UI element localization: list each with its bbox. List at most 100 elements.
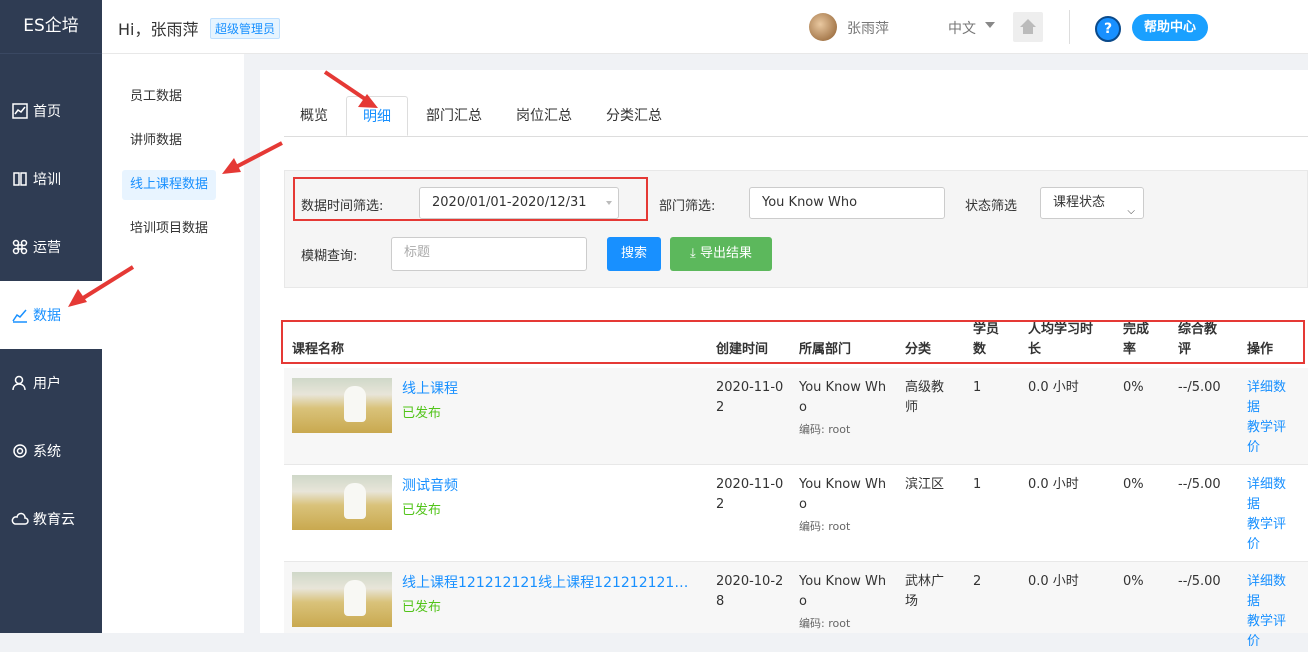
created-time: 2020-11-02 — [716, 477, 784, 512]
department-cell: You Know Who 编码: root — [799, 378, 891, 440]
nav-label: 培训 — [33, 172, 61, 188]
avatar[interactable] — [809, 13, 837, 41]
course-status: 已发布 — [402, 406, 442, 421]
status-select[interactable]: 课程状态 ⌵ — [1040, 187, 1144, 219]
bar-chart-icon — [12, 309, 27, 323]
course-status: 已发布 — [402, 503, 442, 518]
username[interactable]: 张雨萍 — [847, 18, 889, 38]
nav-item-home[interactable]: 首页 — [0, 77, 102, 145]
tab-position-summary[interactable]: 岗位汇总 — [500, 96, 588, 136]
top-bar: Hi，张雨萍 超级管理员 张雨萍 中文 ? 帮助中心 — [102, 0, 1308, 54]
course-thumbnail[interactable] — [292, 572, 392, 627]
actions-cell: 详细数据 教学评价 — [1247, 475, 1295, 555]
status-select-value: 课程状态 — [1053, 195, 1106, 210]
teaching-eval-link[interactable]: 教学评价 — [1247, 515, 1295, 555]
subnav-online-course-data[interactable]: 线上课程数据 — [122, 170, 217, 200]
greeting: Hi，张雨萍 — [118, 20, 199, 39]
students-cell: 1 — [973, 477, 982, 492]
date-filter-highlight — [293, 177, 648, 221]
department-name: You Know Who — [799, 477, 887, 512]
nav-label: 用户 — [33, 376, 61, 392]
search-button[interactable]: 搜索 — [607, 237, 661, 271]
avg-time-cell: 0.0 小时 — [1028, 574, 1079, 589]
rating-cell: --/5.00 — [1178, 574, 1221, 589]
avg-time-cell: 0.0 小时 — [1028, 380, 1079, 395]
download-icon: ⤓ — [690, 246, 700, 261]
created-time: 2020-11-02 — [716, 380, 784, 415]
chevron-down-icon: ⌵ — [1127, 206, 1135, 217]
nav-item-training[interactable]: 培训 — [0, 145, 102, 213]
nav-item-edu-cloud[interactable]: 教育云 — [0, 485, 102, 553]
department-name: You Know Who — [799, 380, 887, 415]
nav-item-users[interactable]: 用户 — [0, 349, 102, 417]
help-center-button[interactable]: 帮助中心 — [1132, 14, 1209, 41]
detail-data-link[interactable]: 详细数据 — [1247, 475, 1295, 515]
main-sidebar: ES企培 首页 培训 运营 数据 用户 系统 教育云 — [0, 0, 102, 633]
help-icon[interactable]: ? — [1095, 16, 1121, 42]
home-button[interactable] — [1013, 12, 1043, 42]
chevron-down-icon — [985, 22, 995, 28]
status-filter-label: 状态筛选 — [965, 199, 1018, 214]
table-row: 线上课程121212121线上课程121212121线上课程 已发布 2020-… — [284, 562, 1308, 649]
export-label: 导出结果 — [699, 246, 752, 261]
tab-department-summary[interactable]: 部门汇总 — [410, 96, 498, 136]
department-filter-input[interactable]: You Know Who — [749, 187, 945, 219]
actions-cell: 详细数据 教学评价 — [1247, 572, 1295, 652]
table-header-highlight — [281, 320, 1305, 364]
tab-bar: 概览 明细 部门汇总 岗位汇总 分类汇总 — [284, 96, 680, 136]
chart-icon — [12, 103, 28, 119]
course-name-link[interactable]: 线上课程121212121线上课程121212121线上课程 — [402, 572, 700, 592]
department-code: 编码: root — [799, 617, 851, 630]
nav-label: 运营 — [33, 240, 61, 256]
students-cell: 2 — [973, 574, 982, 589]
nav-item-system[interactable]: 系统 — [0, 417, 102, 485]
detail-data-link[interactable]: 详细数据 — [1247, 572, 1295, 612]
completion-cell: 0% — [1123, 380, 1144, 395]
tab-divider — [284, 136, 1308, 137]
course-thumbnail[interactable] — [292, 475, 392, 530]
actions-cell: 详细数据 教学评价 — [1247, 378, 1295, 458]
subnav-employee-data[interactable]: 员工数据 — [122, 82, 190, 112]
book-icon — [13, 172, 27, 186]
created-time: 2020-10-28 — [716, 574, 784, 609]
course-name-link[interactable]: 线上课程 — [402, 378, 458, 398]
divider — [1069, 10, 1070, 44]
department-name: You Know Who — [799, 574, 887, 609]
completion-cell: 0% — [1123, 477, 1144, 492]
nav-item-data[interactable]: 数据 — [0, 281, 102, 349]
title-search-input[interactable]: 标题 — [391, 237, 587, 271]
tab-detail[interactable]: 明细 — [346, 96, 408, 136]
avg-time-cell: 0.0 小时 — [1028, 477, 1079, 492]
app-logo[interactable]: ES企培 — [0, 0, 102, 54]
command-icon — [12, 239, 28, 255]
department-cell: You Know Who 编码: root — [799, 475, 891, 537]
subnav-training-project-data[interactable]: 培训项目数据 — [122, 214, 216, 244]
teaching-eval-link[interactable]: 教学评价 — [1247, 612, 1295, 652]
course-thumbnail[interactable] — [292, 378, 392, 433]
teaching-eval-link[interactable]: 教学评价 — [1247, 418, 1295, 458]
students-cell: 1 — [973, 380, 982, 395]
language-select[interactable]: 中文 — [948, 18, 976, 38]
nav-item-operations[interactable]: 运营 — [0, 213, 102, 281]
category-cell: 滨江区 — [905, 477, 945, 492]
completion-cell: 0% — [1123, 574, 1144, 589]
tab-overview[interactable]: 概览 — [284, 96, 344, 136]
cloud-icon — [11, 512, 29, 525]
course-name-link[interactable]: 测试音频 — [402, 475, 458, 495]
gear-icon — [13, 444, 27, 458]
tab-category-summary[interactable]: 分类汇总 — [590, 96, 678, 136]
nav-label: 数据 — [33, 308, 61, 324]
department-code: 编码: root — [799, 423, 851, 436]
nav-label: 教育云 — [33, 512, 75, 528]
department-code: 编码: root — [799, 520, 851, 533]
rating-cell: --/5.00 — [1178, 380, 1221, 395]
nav-label: 系统 — [33, 444, 61, 460]
category-cell: 高级教师 — [905, 380, 945, 415]
role-badge: 超级管理员 — [210, 18, 281, 39]
fuzzy-search-label: 模糊查询: — [301, 249, 358, 264]
detail-data-link[interactable]: 详细数据 — [1247, 378, 1295, 418]
export-button[interactable]: ⤓ 导出结果 — [670, 237, 772, 271]
subnav-lecturer-data[interactable]: 讲师数据 — [122, 126, 190, 156]
department-cell: You Know Who 编码: root — [799, 572, 891, 634]
user-icon — [12, 375, 26, 391]
